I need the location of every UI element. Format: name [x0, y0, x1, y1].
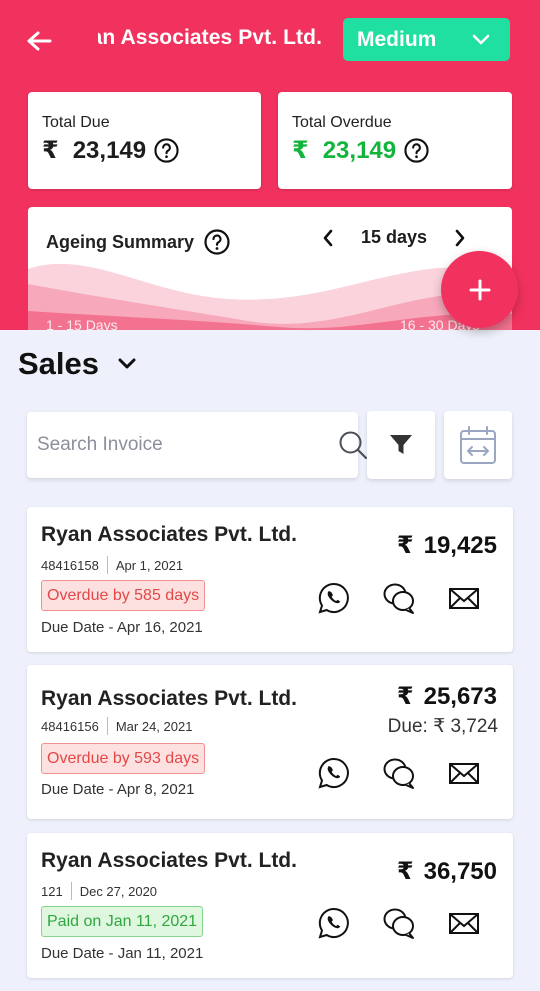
calendar-range-icon	[460, 426, 496, 464]
invoice-customer: Ryan Associates Pvt. Ltd.	[41, 687, 297, 710]
search-icon[interactable]	[338, 430, 368, 460]
invoice-amount-value: 36,750	[423, 858, 497, 885]
chevron-down-icon	[118, 358, 136, 369]
invoice-customer: Ryan Associates Pvt. Ltd.	[41, 523, 297, 546]
invoice-due-date: Due Date - Jan 11, 2021	[41, 945, 204, 962]
status-badge: Overdue by 593 days	[41, 743, 206, 774]
range-left-label: 1 - 15 Days	[46, 317, 118, 330]
invoice-amount: ₹19,425	[397, 531, 497, 560]
total-overdue-value: 23,149	[322, 136, 397, 164]
status-badge: Overdue by 585 days	[41, 580, 206, 611]
currency-symbol: ₹	[396, 683, 414, 710]
whatsapp-icon[interactable]	[317, 756, 351, 790]
total-overdue-card: Total Overdue ₹ 23,149	[278, 92, 512, 189]
sales-type-dropdown[interactable]: Sales	[18, 346, 137, 382]
chevron-down-icon	[472, 34, 490, 44]
invoice-card[interactable]: Ryan Associates Pvt. Ltd. 48416156 Mar 2…	[27, 665, 513, 819]
invoice-due-remaining: Due: ₹ 3,724	[387, 716, 498, 737]
search-input[interactable]	[37, 428, 299, 462]
invoice-card[interactable]: Ryan Associates Pvt. Ltd. 48416158 Apr 1…	[27, 507, 513, 652]
date-range-button[interactable]	[444, 411, 512, 479]
chat-bubbles-icon[interactable]	[382, 581, 416, 615]
total-due-value-row: ₹ 23,149	[42, 136, 179, 165]
search-box	[27, 412, 368, 478]
priority-dropdown[interactable]: Medium	[343, 18, 510, 61]
invoice-date: Dec 27, 2020	[79, 883, 158, 899]
envelope-icon[interactable]	[447, 756, 481, 790]
currency-symbol: ₹	[42, 137, 59, 164]
total-overdue-label: Total Overdue	[292, 114, 392, 131]
arrow-left-icon	[27, 31, 52, 51]
whatsapp-icon[interactable]	[317, 906, 351, 940]
filter-icon	[390, 435, 412, 454]
company-title: Ryan Associates Pvt. Ltd.	[98, 26, 322, 49]
total-overdue-value-row: ₹ 23,149	[292, 136, 429, 165]
invoice-amount-value: 19,425	[423, 532, 497, 559]
invoice-amount-value: 25,673	[423, 683, 497, 710]
divider	[106, 556, 108, 574]
add-invoice-fab[interactable]	[441, 251, 518, 328]
filter-button[interactable]	[367, 411, 435, 479]
invoice-meta: 48416156 Mar 24, 2021	[41, 717, 192, 735]
invoice-due-date: Due Date - Apr 8, 2021	[41, 781, 195, 798]
currency-symbol: ₹	[292, 137, 309, 164]
invoice-due-date: Due Date - Apr 16, 2021	[41, 619, 203, 636]
whatsapp-icon[interactable]	[317, 581, 351, 615]
invoice-number: 121	[41, 883, 63, 899]
invoice-card[interactable]: Ryan Associates Pvt. Ltd. 121 Dec 27, 20…	[27, 833, 513, 978]
chat-bubbles-icon[interactable]	[382, 906, 416, 940]
status-badge: Paid on Jan 11, 2021	[41, 906, 204, 937]
divider	[70, 882, 72, 900]
invoice-date: Apr 1, 2021	[115, 557, 184, 573]
invoice-number: 48416158	[41, 557, 99, 573]
envelope-icon[interactable]	[447, 581, 481, 615]
divider	[106, 717, 108, 735]
priority-label: Medium	[357, 27, 437, 51]
plus-icon	[469, 279, 490, 300]
question-circle-icon[interactable]	[154, 138, 179, 163]
invoice-meta: 48416158 Apr 1, 2021	[41, 556, 183, 574]
ageing-summary-card: Ageing Summary 15 days 1 - 15 Days 16 - …	[28, 207, 512, 330]
total-due-card: Total Due ₹ 23,149	[28, 92, 261, 189]
envelope-icon[interactable]	[447, 906, 481, 940]
question-circle-icon[interactable]	[404, 138, 429, 163]
sales-title: Sales	[18, 346, 100, 381]
total-due-value: 23,149	[72, 136, 147, 164]
back-button[interactable]	[22, 24, 56, 58]
invoice-amount: ₹25,673	[397, 682, 497, 711]
invoice-date: Mar 24, 2021	[115, 718, 193, 734]
currency-symbol: ₹	[396, 532, 414, 559]
company-title-container: Ryan Associates Pvt. Ltd.	[98, 22, 332, 58]
invoice-customer: Ryan Associates Pvt. Ltd.	[41, 849, 297, 872]
invoice-number: 48416156	[41, 718, 99, 734]
invoice-meta: 121 Dec 27, 2020	[41, 882, 157, 900]
chat-bubbles-icon[interactable]	[382, 756, 416, 790]
total-due-label: Total Due	[42, 114, 110, 131]
invoice-amount: ₹36,750	[397, 857, 497, 886]
currency-symbol: ₹	[396, 858, 414, 885]
